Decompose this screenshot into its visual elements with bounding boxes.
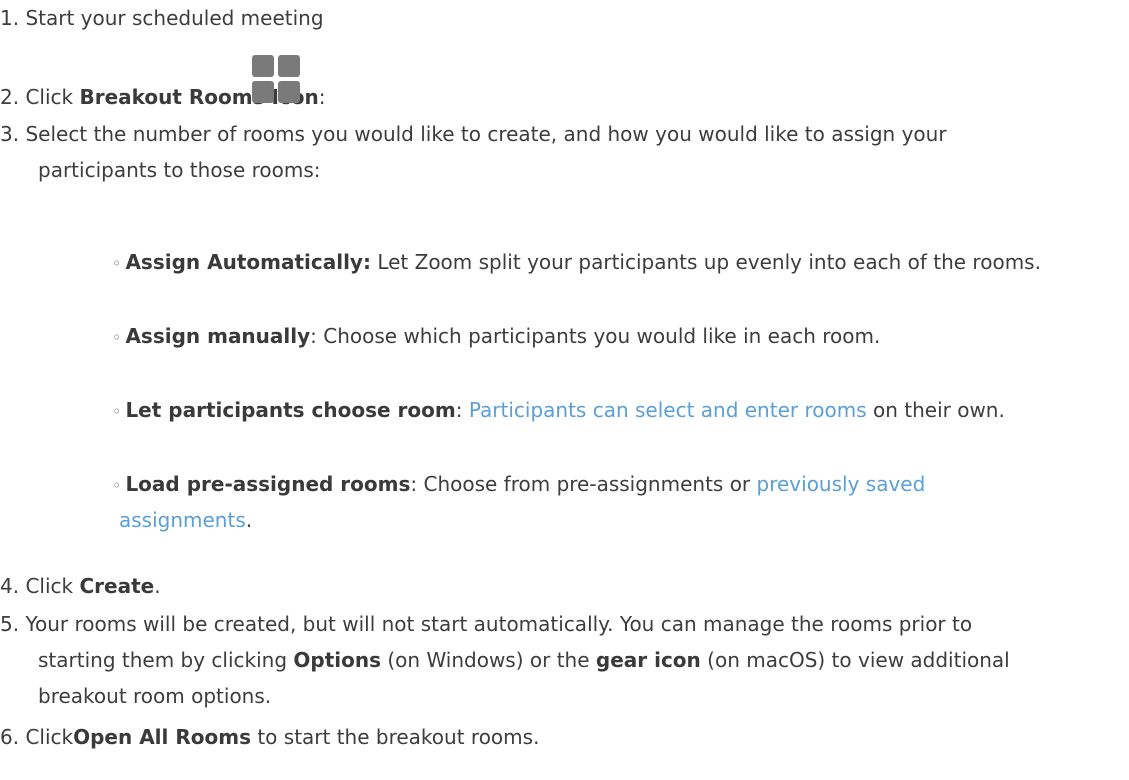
option-assign-manually: ◦ Assign manually: Choose which participa… (112, 321, 880, 353)
step-3-continued: participants to those rooms: (38, 155, 321, 185)
step-text: Click (25, 725, 74, 749)
option-load-pre-assigned-continued: assignments. (119, 505, 252, 535)
step-text: starting them by clicking (38, 648, 294, 672)
option-assign-automatically: ◦ Assign Automatically: Let Zoom split yo… (112, 247, 1041, 279)
step-5-continued-2: breakout room options. (38, 681, 271, 711)
option-text: Let Zoom split your participants up even… (370, 250, 1041, 274)
step-text: Click (25, 85, 80, 109)
previously-saved-assignments-link[interactable]: previously saved (757, 472, 926, 496)
option-label: Let participants choose room (125, 398, 456, 422)
bullet: ◦ (112, 476, 122, 495)
step-number: 2. (0, 85, 20, 109)
option-text: . (245, 508, 253, 532)
step-6: 6. ClickOpen All Rooms to start the brea… (0, 722, 539, 752)
option-text: : Choose from pre-assignments or (410, 472, 757, 496)
step-3: 3. Select the number of rooms you would … (0, 119, 947, 149)
step-text: participants to those rooms: (38, 158, 321, 182)
step-text: Your rooms will be created, but will not… (25, 612, 973, 636)
step-text: (on macOS) to view additional (700, 648, 1010, 672)
step-text: Start your scheduled meeting (25, 6, 324, 30)
participants-select-rooms-link[interactable]: Participants can select and enter rooms (469, 398, 867, 422)
step-text: Select the number of rooms you would lik… (25, 122, 947, 146)
open-all-rooms-label: Open All Rooms (73, 725, 251, 749)
option-text: : (455, 398, 469, 422)
option-label: Assign Automatically: (125, 250, 371, 274)
option-label: Assign manually (125, 324, 311, 348)
step-text: to start the breakout rooms. (250, 725, 540, 749)
period: . (154, 574, 161, 598)
breakout-rooms-icon (252, 55, 300, 103)
step-number: 6. (0, 725, 20, 749)
option-load-pre-assigned: ◦ Load pre-assigned rooms: Choose from pr… (112, 469, 925, 501)
bullet: ◦ (112, 254, 122, 273)
step-text: breakout room options. (38, 684, 272, 708)
colon: : (318, 85, 326, 109)
step-number: 3. (0, 122, 20, 146)
create-label: Create (79, 574, 155, 598)
step-text: (on Windows) or the (381, 648, 596, 672)
step-1: 1. Start your scheduled meeting (0, 3, 324, 33)
option-label: Load pre-assigned rooms (125, 472, 411, 496)
previously-saved-assignments-link-continued[interactable]: assignments (119, 508, 246, 532)
option-let-participants-choose: ◦ Let participants choose room: Participa… (112, 395, 1005, 427)
step-5-continued: starting them by clicking Options (on Wi… (38, 645, 1010, 675)
bullet: ◦ (112, 402, 122, 421)
gear-icon-label: gear icon (595, 648, 701, 672)
step-4: 4. Click Create. (0, 571, 161, 601)
step-number: 5. (0, 612, 20, 636)
step-number: 1. (0, 6, 20, 30)
bullet: ◦ (112, 328, 122, 347)
option-text: : Choose which participants you would li… (310, 324, 881, 348)
step-text: Click (25, 574, 80, 598)
option-text: on their own. (866, 398, 1005, 422)
options-label: Options (293, 648, 382, 672)
step-number: 4. (0, 574, 20, 598)
step-5: 5. Your rooms will be created, but will … (0, 609, 972, 639)
